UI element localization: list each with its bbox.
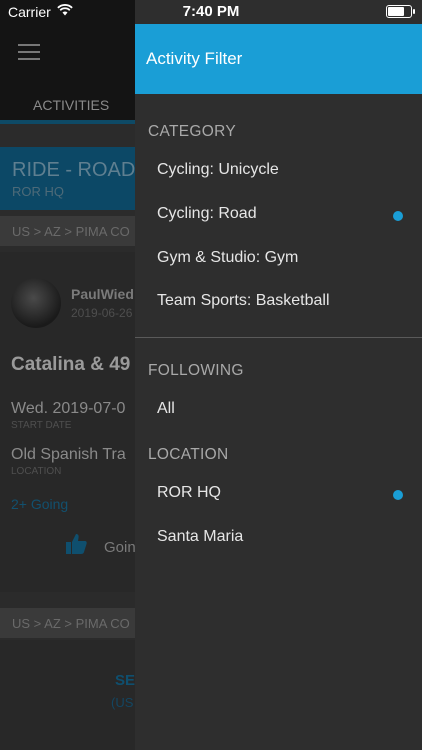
location-section-header: LOCATION [148,446,229,463]
filter-item-gym[interactable]: Gym & Studio: Gym [135,238,422,282]
thumbs-up-icon [66,534,87,554]
filter-item-label: Cycling: Road [157,205,257,222]
activity-title: Catalina & 49 [11,354,131,375]
activity-card[interactable]: PaulWied 2019-06-26 Catalina & 49 Wed. 2… [0,252,135,592]
tab-activities[interactable]: ACTIVITIES [33,97,109,113]
tab-indicator [0,120,135,124]
filter-item-label: Gym & Studio: Gym [157,249,299,266]
section-divider [135,337,422,338]
filter-item-ror-hq[interactable]: ROR HQ [135,473,422,517]
category-section-header: CATEGORY [148,123,236,140]
filter-item-all[interactable]: All [135,389,422,433]
filter-item-label: Santa Maria [157,528,244,545]
user-name: PaulWied [71,286,134,302]
battery-icon [386,5,415,18]
drawer-title: Activity Filter [146,49,243,68]
see-link[interactable]: SE [115,672,135,689]
activity-banner[interactable]: RIDE - ROAD ROR HQ [0,147,135,210]
going-count[interactable]: 2+ Going [11,496,68,512]
filter-item-cycling-unicycle[interactable]: Cycling: Unicycle [135,150,422,194]
filter-item-basketball[interactable]: Team Sports: Basketball [135,281,422,325]
activity-filter-drawer: Activity Filter CATEGORY Cycling: Unicyc… [135,0,422,750]
menu-icon[interactable] [18,44,40,65]
location-value: Old Spanish Tra [11,446,126,463]
breadcrumb: US > AZ > PIMA CO [0,608,135,638]
filter-item-label: Team Sports: Basketball [157,292,330,309]
banner-title: RIDE - ROAD [12,159,135,181]
location-label: LOCATION [11,466,62,477]
selected-dot-icon [393,490,403,500]
avatar [11,278,61,328]
filter-item-label: ROR HQ [157,484,221,501]
drawer-header: Activity Filter [135,24,422,94]
start-date-label: START DATE [11,420,72,431]
status-bar: Carrier 7:40 PM [0,0,422,24]
post-date: 2019-06-26 [71,306,133,320]
filter-item-label: Cycling: Unicycle [157,161,279,178]
filter-item-santa-maria[interactable]: Santa Maria [135,517,422,561]
activity-card[interactable]: SE (US [0,640,135,750]
banner-subtitle: ROR HQ [12,184,64,199]
clock: 7:40 PM [182,3,240,20]
following-section-header: FOLLOWING [148,362,244,379]
filter-item-cycling-road[interactable]: Cycling: Road [135,194,422,238]
see-subtitle: (US [111,695,134,710]
breadcrumb: US > AZ > PIMA CO [0,216,135,246]
start-date-value: Wed. 2019-07-0 [11,400,126,417]
filter-item-label: All [157,400,175,417]
going-button[interactable]: Goin [104,539,135,556]
selected-dot-icon [393,211,403,221]
